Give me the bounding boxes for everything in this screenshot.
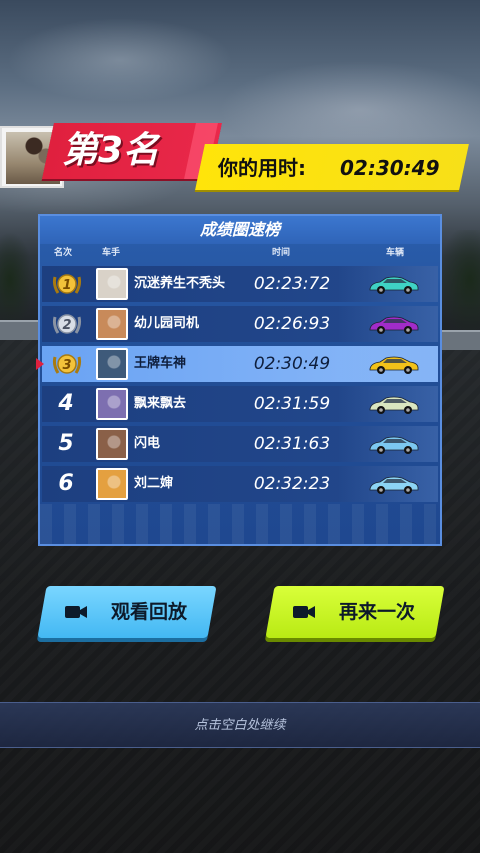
leaderboard-panel: 成绩圈速榜 名次 车手 时间 车辆 1 沉迷养生不秃头 02:23:72 2 幼儿园司机… <box>36 214 442 546</box>
driver-name: 王牌车神 <box>134 356 187 371</box>
driver-name: 刘二婶 <box>134 476 174 491</box>
column-header-rank: 名次 <box>54 248 73 258</box>
current-player-marker <box>36 358 44 370</box>
leaderboard-row: 2 幼儿园司机 02:26:93 <box>42 306 438 342</box>
lap-time: 02:30:49 <box>253 354 331 374</box>
column-header-driver: 车手 <box>102 248 121 258</box>
driver-avatar <box>96 388 128 420</box>
rank-label: 第3名 <box>62 130 160 171</box>
car-icon <box>369 396 419 414</box>
tap-to-continue-text: 点击空白处继续 <box>194 718 286 733</box>
play-again-button[interactable]: 再来一次 <box>265 586 445 638</box>
car-icon <box>369 316 419 334</box>
leaderboard-row: 3 王牌车神 02:30:49 <box>36 346 438 382</box>
medal-rank-number: 2 <box>62 318 71 333</box>
leaderboard-row: 5 闪电 02:31:63 <box>42 426 438 462</box>
medal-rank-number: 1 <box>62 278 71 293</box>
rank-number: 6 <box>58 471 74 496</box>
leaderboard-row: 6 刘二婶 02:32:23 <box>42 466 438 502</box>
driver-avatar <box>96 348 128 380</box>
trees-left <box>0 230 40 330</box>
driver-name: 闪电 <box>134 436 161 451</box>
lap-time: 02:31:63 <box>253 434 331 454</box>
guardrail-left <box>0 320 40 340</box>
leaderboard-row: 1 沉迷养生不秃头 02:23:72 <box>42 266 438 302</box>
driver-name: 幼儿园司机 <box>134 316 200 331</box>
gold-medal-icon: 1 <box>52 274 82 294</box>
driver-avatar <box>96 468 128 500</box>
lap-time: 02:26:93 <box>253 314 331 334</box>
driver-name: 沉迷养生不秃头 <box>134 276 226 291</box>
guardrail-right <box>440 330 480 350</box>
driver-avatar <box>96 308 128 340</box>
column-header-time: 时间 <box>272 248 291 258</box>
watch-replay-label: 观看回放 <box>110 601 187 623</box>
bronze-medal-icon: 3 <box>52 354 82 374</box>
car-icon <box>369 276 419 294</box>
video-camera-icon <box>293 606 315 618</box>
silver-medal-icon: 2 <box>52 314 82 334</box>
leaderboard-title: 成绩圈速榜 <box>40 216 440 244</box>
car-icon <box>369 476 419 494</box>
play-again-label: 再来一次 <box>338 601 415 623</box>
driver-avatar <box>96 268 128 300</box>
video-camera-icon <box>65 606 87 618</box>
lap-time: 02:31:59 <box>253 394 331 414</box>
lap-time: 02:23:72 <box>253 274 331 294</box>
panel-pattern <box>40 504 440 544</box>
driver-name: 飘来飘去 <box>134 396 187 411</box>
car-icon <box>369 436 419 454</box>
medal-rank-number: 3 <box>62 358 71 373</box>
watch-replay-button[interactable]: 观看回放 <box>37 586 217 638</box>
driver-avatar <box>96 428 128 460</box>
rank-number: 4 <box>58 391 74 416</box>
time-value: 02:30:49 <box>340 156 440 180</box>
lap-time: 02:32:23 <box>253 474 331 494</box>
tap-to-continue-bar[interactable]: 点击空白处继续 <box>0 702 480 748</box>
car-icon <box>369 356 419 374</box>
column-header-vehicle: 车辆 <box>386 248 405 258</box>
leaderboard-row: 4 飘来飘去 02:31:59 <box>42 386 438 422</box>
rank-number: 5 <box>58 431 74 456</box>
time-label: 你的用时: <box>218 156 306 180</box>
